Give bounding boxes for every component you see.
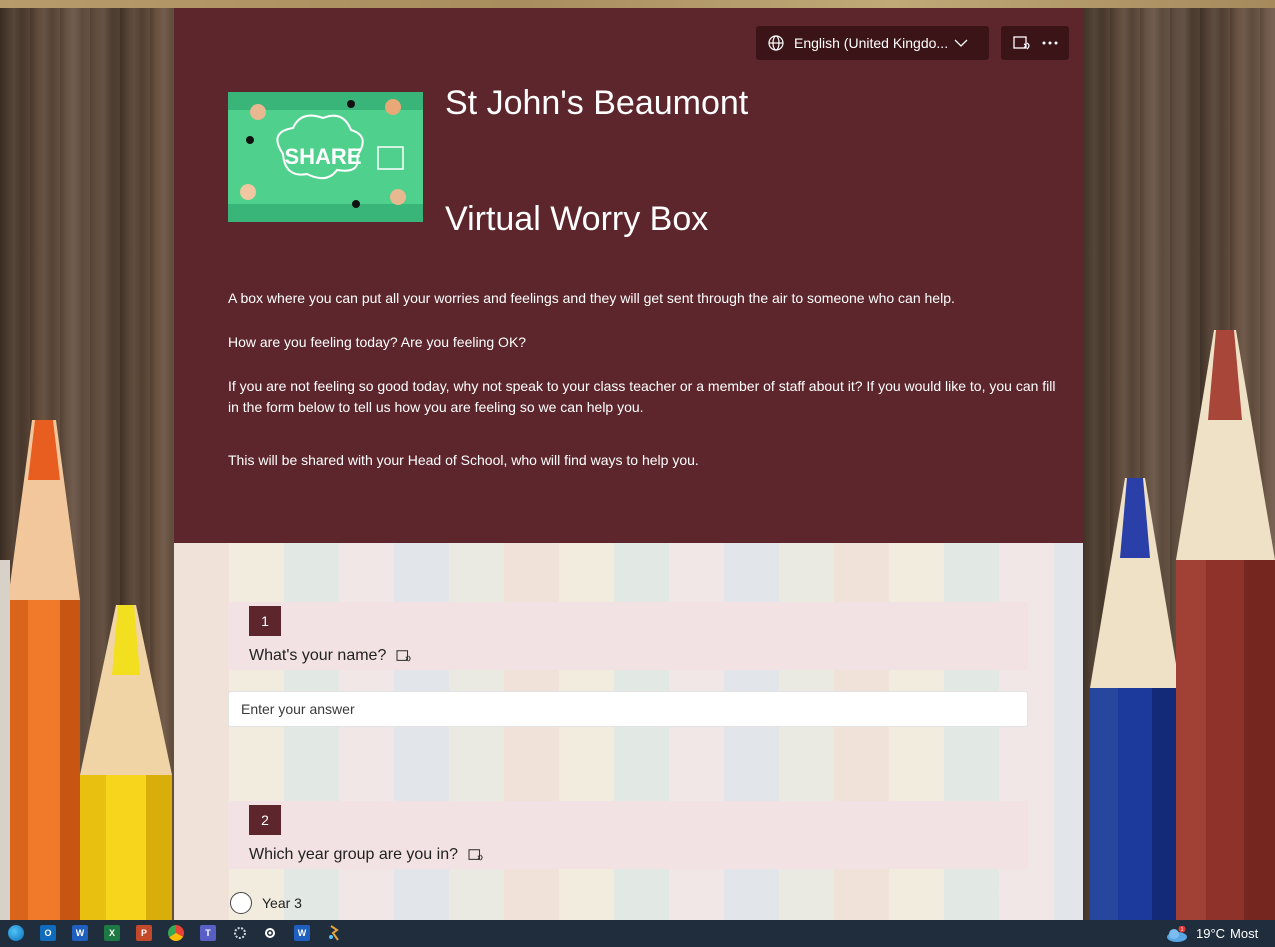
chevron-down-icon bbox=[954, 39, 968, 47]
immersive-reader-icon[interactable] bbox=[1012, 35, 1031, 51]
toolbar-group bbox=[1001, 26, 1069, 60]
word-icon[interactable]: W bbox=[72, 925, 88, 941]
description-paragraph: How are you feeling today? Are you feeli… bbox=[228, 334, 527, 350]
question-number: 1 bbox=[249, 606, 281, 636]
powerpoint-icon[interactable]: P bbox=[136, 925, 152, 941]
question-2-header: 2 Which year group are you in? bbox=[228, 801, 1028, 869]
excel-icon[interactable]: X bbox=[104, 925, 120, 941]
weather-condition: Most bbox=[1230, 926, 1259, 941]
language-selector[interactable]: English (United Kingdo... bbox=[756, 26, 989, 60]
name-answer-input[interactable] bbox=[228, 691, 1028, 727]
form-header: English (United Kingdo... SHARE St John'… bbox=[174, 8, 1083, 543]
immersive-reader-icon[interactable] bbox=[396, 649, 412, 663]
language-label: English (United Kingdo... bbox=[794, 35, 949, 51]
weather-badge: 1 bbox=[1181, 927, 1184, 933]
share-banner-image: SHARE bbox=[228, 92, 423, 222]
gear-icon[interactable] bbox=[262, 925, 278, 941]
form-title-line2: Virtual Worry Box bbox=[445, 200, 709, 238]
weather-temp: 19°C bbox=[1196, 926, 1226, 941]
immersive-reader-icon[interactable] bbox=[468, 848, 484, 862]
question-label: Which year group are you in? bbox=[249, 846, 458, 863]
word-icon[interactable]: W bbox=[294, 925, 310, 941]
yellow-pencil bbox=[80, 605, 172, 920]
question-label: What's your name? bbox=[249, 647, 387, 664]
description-paragraph: This will be shared with your Head of Sc… bbox=[228, 452, 699, 468]
radio-button[interactable] bbox=[230, 892, 252, 914]
description-paragraph: If you are not feeling so good today, wh… bbox=[228, 378, 1056, 415]
edge-icon[interactable] bbox=[8, 925, 24, 941]
blue-pencil bbox=[1090, 478, 1180, 920]
weather-widget[interactable]: 1 19°C Most bbox=[1166, 920, 1258, 947]
outlook-icon[interactable]: O bbox=[40, 925, 56, 941]
top-strip bbox=[0, 0, 1275, 8]
description-paragraph: A box where you can put all your worries… bbox=[228, 290, 955, 306]
settings-app-icon[interactable] bbox=[232, 925, 248, 941]
question-1-header: 1 What's your name? bbox=[228, 602, 1028, 670]
left-faded-pencil bbox=[0, 560, 10, 920]
question-number: 2 bbox=[249, 805, 281, 835]
form-title-line1: St John's Beaumont bbox=[445, 84, 749, 122]
cloud-icon: 1 bbox=[1166, 925, 1188, 942]
orange-pencil bbox=[8, 420, 80, 920]
more-options-icon[interactable] bbox=[1042, 40, 1058, 46]
radio-option-label: Year 3 bbox=[262, 895, 302, 911]
windows-taskbar: O W X P T W 1 19°C Most bbox=[0, 920, 1275, 947]
question-text: What's your name? bbox=[249, 647, 412, 665]
teams-icon[interactable]: T bbox=[200, 925, 216, 941]
red-pencil bbox=[1176, 330, 1275, 920]
chrome-icon[interactable] bbox=[168, 925, 184, 941]
form-card: English (United Kingdo... SHARE St John'… bbox=[174, 8, 1083, 920]
globe-icon bbox=[768, 35, 784, 51]
app-icon[interactable] bbox=[326, 925, 342, 941]
question-text: Which year group are you in? bbox=[249, 846, 484, 864]
share-image-text: SHARE bbox=[284, 144, 361, 169]
radio-option-year-3[interactable]: Year 3 bbox=[230, 892, 302, 914]
